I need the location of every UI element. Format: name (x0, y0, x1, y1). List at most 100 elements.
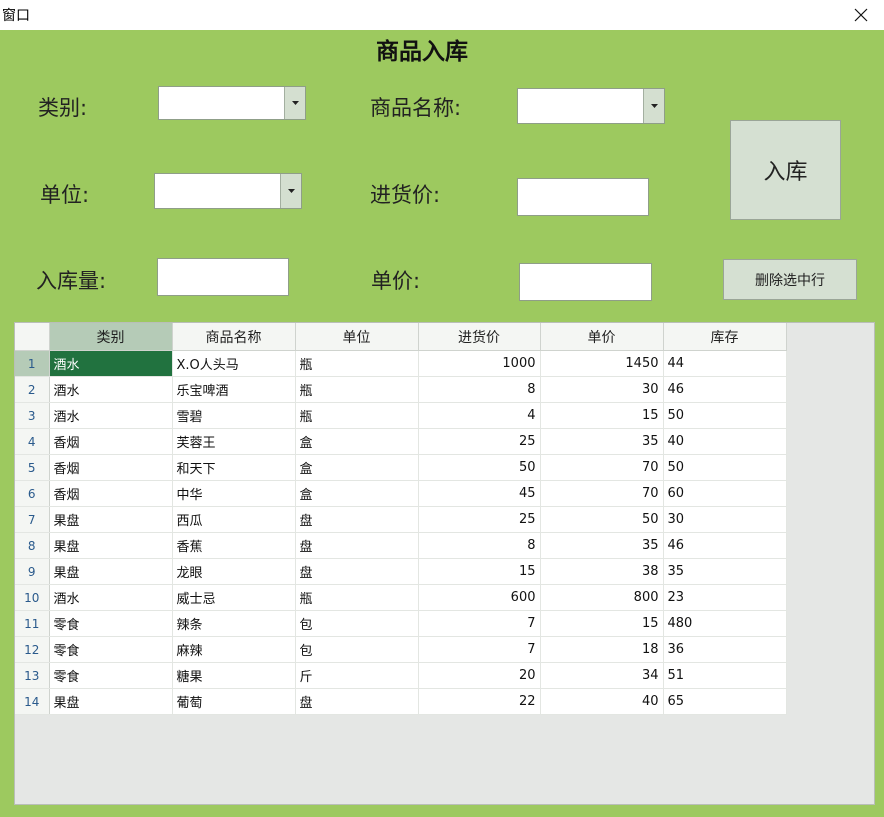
cell-category[interactable]: 零食 (49, 662, 173, 689)
cell-stock[interactable]: 30 (663, 506, 787, 533)
cell-category[interactable]: 果盘 (49, 688, 173, 715)
cell-purchase-price[interactable]: 25 (418, 506, 541, 533)
cell-product-name[interactable]: 威士忌 (172, 584, 296, 611)
cell-unit[interactable]: 瓶 (295, 350, 419, 377)
cell-product-name[interactable]: 龙眼 (172, 558, 296, 585)
cell-product-name[interactable]: 雪碧 (172, 402, 296, 429)
row-header[interactable]: 2 (15, 376, 50, 403)
column-header-product-name[interactable]: 商品名称 (172, 323, 296, 351)
cell-unit[interactable]: 包 (295, 636, 419, 663)
cell-unit-price[interactable]: 15 (540, 610, 664, 637)
cell-unit-price[interactable]: 70 (540, 454, 664, 481)
cell-unit-price[interactable]: 38 (540, 558, 664, 585)
column-header-stock[interactable]: 库存 (663, 323, 787, 351)
row-header[interactable]: 14 (15, 688, 50, 715)
cell-purchase-price[interactable]: 600 (418, 584, 541, 611)
table-row[interactable]: 14 果盘 葡萄盘 22 40 65 (15, 688, 787, 715)
cell-unit-price[interactable]: 35 (540, 428, 664, 455)
cell-stock[interactable]: 46 (663, 376, 787, 403)
cell-stock[interactable]: 40 (663, 428, 787, 455)
purchase-price-input[interactable] (517, 178, 649, 216)
cell-stock[interactable]: 50 (663, 402, 787, 429)
table-row[interactable]: 8 果盘 香蕉盘 8 35 46 (15, 532, 787, 559)
stock-in-button[interactable]: 入库 (730, 120, 841, 220)
cell-category[interactable]: 酒水 (49, 584, 173, 611)
cell-unit[interactable]: 包 (295, 610, 419, 637)
row-header[interactable]: 5 (15, 454, 50, 481)
cell-stock[interactable]: 60 (663, 480, 787, 507)
cell-purchase-price[interactable]: 22 (418, 688, 541, 715)
table-row[interactable]: 13 零食 糖果斤 20 34 51 (15, 662, 787, 689)
cell-product-name[interactable]: 和天下 (172, 454, 296, 481)
cell-category[interactable]: 酒水 (49, 402, 173, 429)
row-header[interactable]: 11 (15, 610, 50, 637)
cell-unit-price[interactable]: 35 (540, 532, 664, 559)
unit-dropdown-button[interactable] (280, 174, 301, 208)
column-header-purchase-price[interactable]: 进货价 (418, 323, 541, 351)
cell-purchase-price[interactable]: 8 (418, 376, 541, 403)
cell-category[interactable]: 酒水 (49, 350, 173, 377)
cell-unit[interactable]: 盒 (295, 454, 419, 481)
unit-select[interactable] (154, 173, 302, 209)
cell-unit-price[interactable]: 30 (540, 376, 664, 403)
cell-purchase-price[interactable]: 1000 (418, 350, 541, 377)
cell-product-name[interactable]: 香蕉 (172, 532, 296, 559)
cell-unit[interactable]: 盘 (295, 558, 419, 585)
close-button[interactable] (838, 0, 884, 30)
cell-stock[interactable]: 23 (663, 584, 787, 611)
cell-unit-price[interactable]: 800 (540, 584, 664, 611)
cell-unit[interactable]: 盘 (295, 532, 419, 559)
table-row[interactable]: 2 酒水 乐宝啤酒瓶 8 30 46 (15, 376, 787, 403)
cell-stock[interactable]: 36 (663, 636, 787, 663)
grid-corner-header[interactable] (15, 323, 50, 351)
cell-category[interactable]: 果盘 (49, 532, 173, 559)
cell-purchase-price[interactable]: 7 (418, 610, 541, 637)
table-row[interactable]: 7 果盘 西瓜盘 25 50 30 (15, 506, 787, 533)
row-header[interactable]: 4 (15, 428, 50, 455)
table-row[interactable]: 5 香烟 和天下盒 50 70 50 (15, 454, 787, 481)
cell-unit[interactable]: 瓶 (295, 402, 419, 429)
cell-stock[interactable]: 44 (663, 350, 787, 377)
column-header-unit[interactable]: 单位 (295, 323, 419, 351)
row-header[interactable]: 6 (15, 480, 50, 507)
cell-product-name[interactable]: 辣条 (172, 610, 296, 637)
unit-price-input[interactable] (519, 263, 652, 301)
cell-category[interactable]: 零食 (49, 636, 173, 663)
row-header[interactable]: 10 (15, 584, 50, 611)
table-row[interactable]: 6 香烟 中华盒 45 70 60 (15, 480, 787, 507)
cell-category[interactable]: 酒水 (49, 376, 173, 403)
cell-purchase-price[interactable]: 7 (418, 636, 541, 663)
cell-product-name[interactable]: 乐宝啤酒 (172, 376, 296, 403)
cell-category[interactable]: 果盘 (49, 558, 173, 585)
table-row[interactable]: 10 酒水 威士忌瓶 600 800 23 (15, 584, 787, 611)
row-header[interactable]: 7 (15, 506, 50, 533)
row-header[interactable]: 8 (15, 532, 50, 559)
cell-unit[interactable]: 瓶 (295, 376, 419, 403)
cell-unit-price[interactable]: 18 (540, 636, 664, 663)
quantity-input[interactable] (157, 258, 289, 296)
cell-unit-price[interactable]: 1450 (540, 350, 664, 377)
product-name-dropdown-button[interactable] (643, 89, 664, 123)
row-header[interactable]: 3 (15, 402, 50, 429)
row-header[interactable]: 13 (15, 662, 50, 689)
cell-unit-price[interactable]: 40 (540, 688, 664, 715)
cell-unit[interactable]: 瓶 (295, 584, 419, 611)
cell-purchase-price[interactable]: 20 (418, 662, 541, 689)
cell-unit-price[interactable]: 34 (540, 662, 664, 689)
cell-purchase-price[interactable]: 4 (418, 402, 541, 429)
product-name-select[interactable] (517, 88, 665, 124)
cell-unit[interactable]: 盘 (295, 506, 419, 533)
row-header[interactable]: 9 (15, 558, 50, 585)
cell-purchase-price[interactable]: 15 (418, 558, 541, 585)
cell-product-name[interactable]: 中华 (172, 480, 296, 507)
table-row[interactable]: 1 酒水 X.O人头马瓶 1000 1450 44 (15, 350, 787, 377)
row-header[interactable]: 12 (15, 636, 50, 663)
cell-product-name[interactable]: 糖果 (172, 662, 296, 689)
cell-stock[interactable]: 35 (663, 558, 787, 585)
cell-product-name[interactable]: X.O人头马 (172, 350, 296, 377)
cell-category[interactable]: 香烟 (49, 428, 173, 455)
delete-selected-row-button[interactable]: 删除选中行 (723, 259, 857, 300)
category-dropdown-button[interactable] (284, 87, 305, 119)
cell-stock[interactable]: 51 (663, 662, 787, 689)
column-header-category[interactable]: 类别 (49, 323, 173, 351)
